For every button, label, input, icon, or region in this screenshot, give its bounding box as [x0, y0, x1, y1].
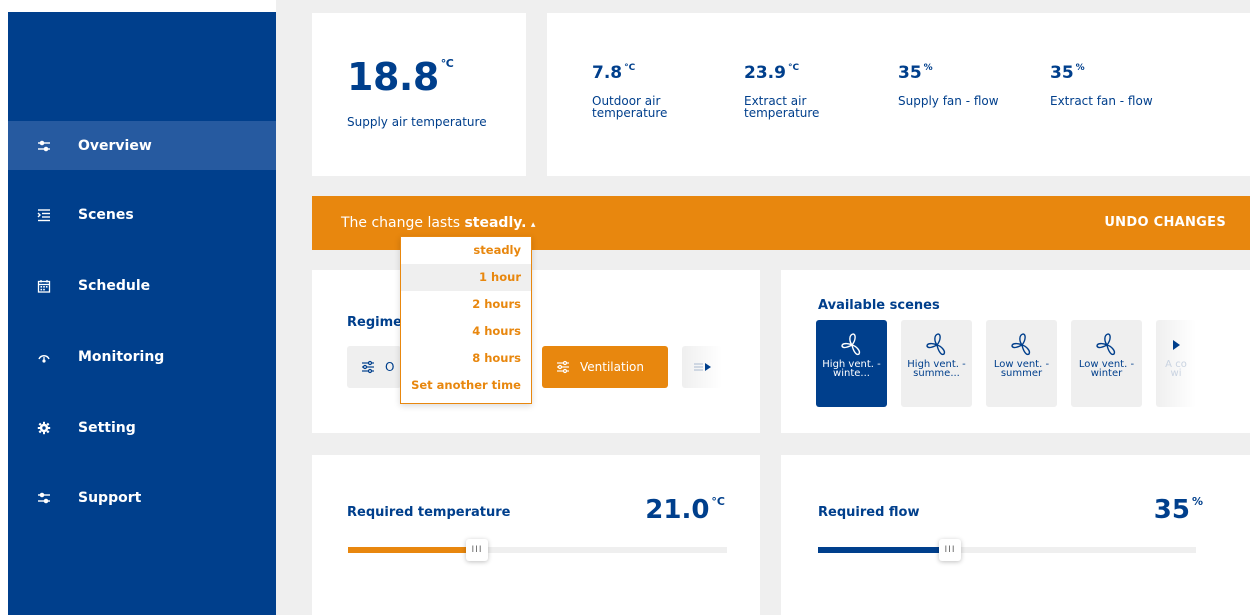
scenes-title: Available scenes [818, 298, 940, 313]
metric-extract-fan: 35% Extract fan - flow [1050, 63, 1153, 108]
scene-label: High vent. - winte... [822, 359, 881, 379]
regime-button-other[interactable]: O [347, 346, 401, 388]
required-temperature-card: Required temperature 21.0 °C III [312, 455, 760, 615]
required-flow-card: Required flow 35% III [781, 455, 1250, 615]
scene-next-partial[interactable]: A co wi [1156, 320, 1196, 407]
gear-icon [36, 420, 52, 436]
sidebar-item-overview[interactable]: Overview [8, 121, 276, 170]
scene-label: Low vent. - winter [1078, 359, 1135, 379]
slider-fill [818, 547, 950, 553]
sidebar-item-label: Overview [78, 137, 152, 154]
gauge-icon [36, 349, 52, 365]
play-arrow-icon [1156, 332, 1196, 358]
slider-handle[interactable]: III [939, 539, 961, 561]
change-duration-toggle[interactable]: The change lasts steadly. ▴ [341, 215, 535, 231]
list-icon [36, 207, 52, 223]
sidebar-item-label: Schedule [78, 277, 151, 294]
slider-fill [348, 547, 477, 553]
regime-button-label: Ventilation [580, 360, 644, 374]
duration-option-4-hours[interactable]: 4 hours [401, 318, 531, 345]
required-temperature-value: 21.0 °C [645, 495, 725, 525]
duration-option-1-hour[interactable]: 1 hour [401, 264, 531, 291]
duration-option-8-hours[interactable]: 8 hours [401, 345, 531, 372]
metrics-card: 7.8 °C Outdoor air temperature 23.9 °C Ext… [547, 13, 1250, 176]
scene-label: Low vent. - summer [993, 359, 1050, 379]
fan-icon [986, 332, 1057, 358]
scene-label: A co wi [1165, 359, 1187, 379]
main-content: 18.8 °C Supply air temperature 7.8 °C Outd… [276, 0, 1250, 615]
sidebar-item-monitoring[interactable]: Monitoring [8, 332, 276, 381]
caret-up-icon: ▴ [530, 220, 536, 230]
regime-scroll-right[interactable] [682, 346, 722, 388]
supply-air-label: Supply air temperature [347, 115, 487, 129]
play-arrow-icon [694, 361, 712, 373]
fan-icon [901, 332, 972, 358]
scene-low-vent-summer[interactable]: Low vent. - summer [986, 320, 1057, 407]
sliders-icon [36, 490, 52, 506]
required-temperature-slider[interactable]: III [348, 539, 727, 561]
duration-option-custom[interactable]: Set another time [401, 372, 531, 399]
scene-low-vent-winter[interactable]: Low vent. - winter [1071, 320, 1142, 407]
scene-high-vent-winter[interactable]: High vent. - winte... [816, 320, 887, 407]
required-flow-value: 35% [1153, 495, 1203, 525]
sidebar-item-label: Setting [78, 419, 136, 436]
duration-dropdown: steadly 1 hour 2 hours 4 hours 8 hours S… [400, 236, 532, 404]
sidebar-item-scenes[interactable]: Scenes [8, 190, 276, 239]
required-flow-label: Required flow [818, 505, 920, 520]
metric-supply-fan: 35% Supply fan - flow [898, 63, 999, 108]
sliders-icon [361, 360, 375, 374]
sidebar: Overview Scenes Schedule Monitoring Sett… [8, 12, 276, 615]
supply-air-card: 18.8 °C Supply air temperature [312, 13, 526, 176]
regime-button-label: O [385, 360, 395, 374]
undo-changes-button[interactable]: UNDO CHANGES [1104, 215, 1226, 230]
scene-high-vent-summer[interactable]: High vent. - summe... [901, 320, 972, 407]
required-temperature-label: Required temperature [347, 505, 511, 520]
sidebar-item-schedule[interactable]: Schedule [8, 261, 276, 310]
sidebar-item-support[interactable]: Support [8, 473, 276, 522]
regime-button-ventilation[interactable]: Ventilation [542, 346, 668, 388]
sidebar-item-setting[interactable]: Setting [8, 403, 276, 452]
calendar-icon [36, 278, 52, 294]
slider-handle[interactable]: III [466, 539, 488, 561]
scene-label: High vent. - summe... [907, 359, 966, 379]
sidebar-item-label: Monitoring [78, 348, 165, 365]
fan-icon [1071, 332, 1142, 358]
metric-extract-air: 23.9 °C Extract air temperature [744, 63, 820, 120]
metric-outdoor-air: 7.8 °C Outdoor air temperature [592, 63, 668, 120]
duration-option-steadly[interactable]: steadly [401, 237, 531, 264]
sidebar-item-label: Support [78, 489, 142, 506]
sliders-icon [556, 360, 570, 374]
required-flow-slider[interactable]: III [818, 539, 1196, 561]
sliders-icon [36, 138, 52, 154]
sidebar-item-label: Scenes [78, 206, 134, 223]
regime-title: Regime [347, 315, 402, 330]
supply-air-value: 18.8 °C [347, 55, 454, 99]
duration-option-2-hours[interactable]: 2 hours [401, 291, 531, 318]
fan-icon [816, 332, 887, 358]
